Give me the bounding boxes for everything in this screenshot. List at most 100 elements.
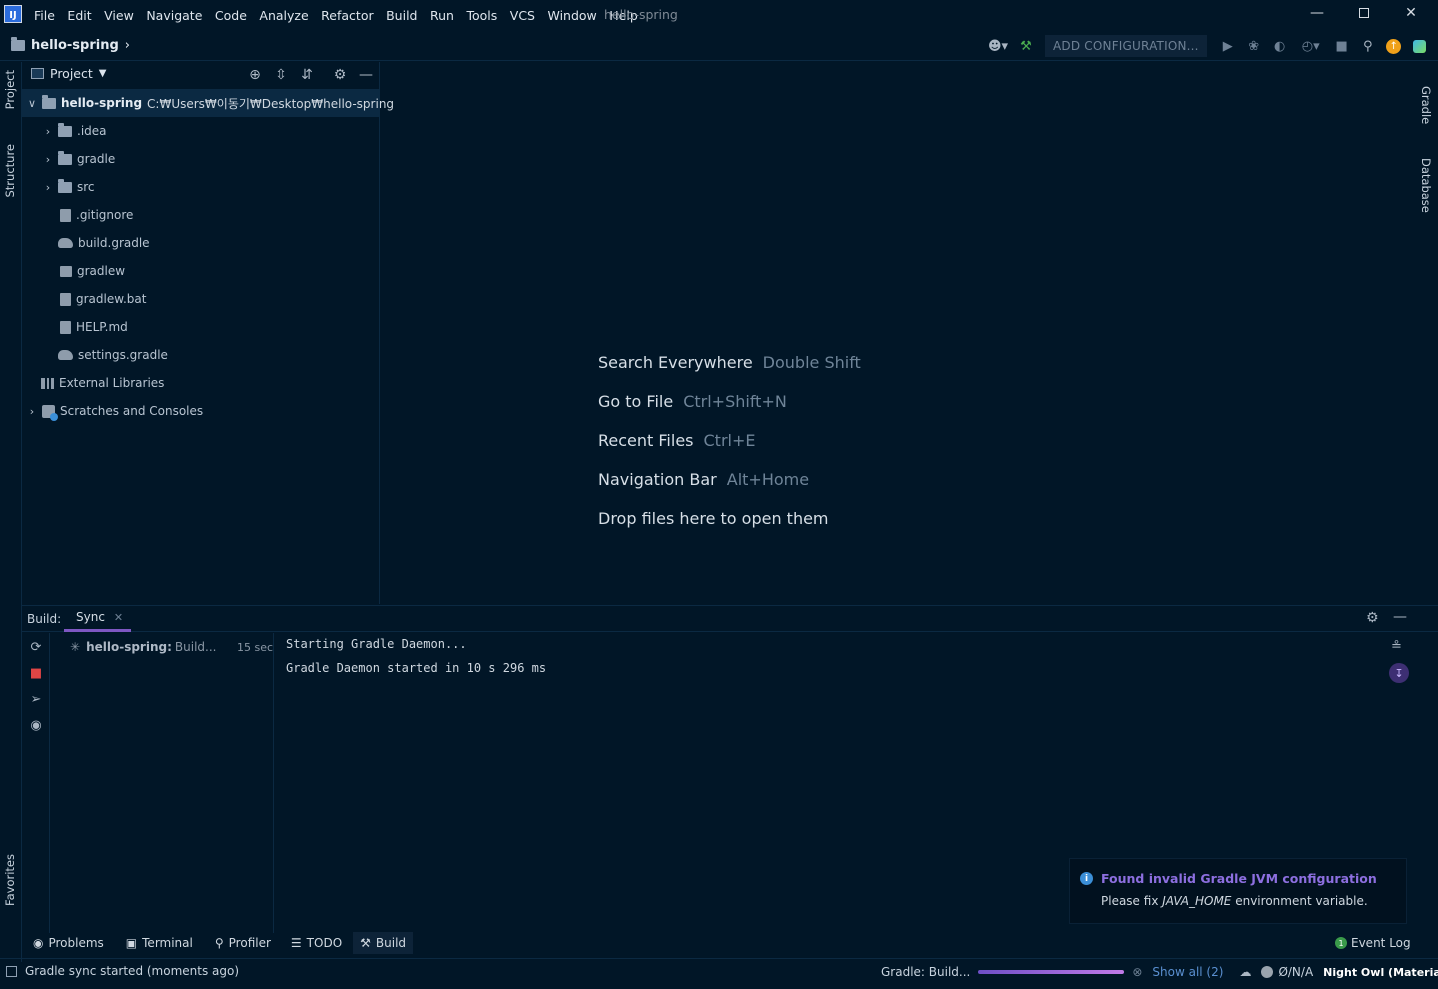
- build-hammer-icon[interactable]: ⚒: [1013, 35, 1039, 57]
- eye-icon[interactable]: ◉: [27, 716, 45, 734]
- project-folder-icon: [11, 37, 25, 51]
- chevron-right-icon[interactable]: ›: [27, 405, 37, 418]
- toggle-tool-windows-icon[interactable]: [6, 965, 17, 977]
- tab-database[interactable]: Database: [1419, 158, 1433, 213]
- cloud-sync-icon[interactable]: ☁: [1239, 965, 1251, 979]
- background-task-progress: [978, 970, 1125, 974]
- update-icon[interactable]: ↑: [1381, 35, 1407, 57]
- menu-analyze[interactable]: Analyze: [259, 8, 308, 23]
- debug-icon[interactable]: ❀: [1241, 35, 1267, 57]
- hint-shortcut: Ctrl+Shift+N: [683, 392, 787, 411]
- chevron-right-icon: ›: [124, 38, 130, 53]
- tree-item-label: gradlew.bat: [76, 292, 147, 306]
- add-configuration-button[interactable]: ADD CONFIGURATION...: [1045, 35, 1207, 57]
- search-icon[interactable]: ⚲: [1355, 35, 1381, 57]
- gear-icon[interactable]: ⚙: [331, 66, 349, 84]
- tab-structure[interactable]: Structure: [3, 144, 17, 198]
- terminal-button[interactable]: ▣ Terminal: [119, 932, 200, 954]
- chevron-right-icon[interactable]: ›: [43, 125, 53, 138]
- menu-vcs[interactable]: VCS: [510, 8, 535, 23]
- tab-project[interactable]: Project: [3, 70, 17, 109]
- stop-icon[interactable]: ■: [1329, 35, 1355, 57]
- menu-view[interactable]: View: [104, 8, 134, 23]
- refresh-icon[interactable]: ⟳: [27, 638, 45, 656]
- menu-build[interactable]: Build: [386, 8, 417, 23]
- collapse-all-icon[interactable]: ⇵: [298, 66, 316, 84]
- tree-root[interactable]: ∨ hello-spring C:₩Users₩이동기₩Desktop₩hell…: [27, 89, 394, 117]
- menu-run[interactable]: Run: [430, 8, 454, 23]
- problems-label: Problems: [48, 936, 104, 950]
- tree-item-gitignore[interactable]: .gitignore: [60, 201, 133, 229]
- tree-item-idea[interactable]: › .idea: [43, 117, 107, 145]
- breadcrumb-project[interactable]: hello-spring: [31, 38, 119, 53]
- tool-window-bar: ◉ Problems ▣ Terminal ⚲ Profiler ☰ TODO ⚒ Bui…: [26, 932, 414, 954]
- background-task-label[interactable]: Gradle: Build...: [881, 965, 970, 979]
- tree-item-gradlew[interactable]: gradlew: [60, 257, 125, 285]
- close-window-button[interactable]: ✕: [1396, 2, 1426, 24]
- profile-icon[interactable]: ◴▾: [1293, 35, 1329, 57]
- stop-icon[interactable]: ■: [27, 664, 45, 682]
- minimize-button[interactable]: —: [1302, 2, 1332, 24]
- run-icon[interactable]: ▶: [1215, 35, 1241, 57]
- tree-item-src[interactable]: › src: [43, 173, 95, 201]
- tree-item-build-gradle[interactable]: build.gradle: [58, 229, 150, 257]
- text-file-icon: [60, 292, 71, 306]
- expand-all-icon[interactable]: ⇳: [272, 66, 290, 84]
- editor-area[interactable]: [380, 62, 1414, 604]
- event-log-button[interactable]: 1 Event Log: [1335, 936, 1411, 950]
- chevron-down-icon: ▼: [98, 68, 107, 79]
- tab-sync[interactable]: Sync ✕: [64, 605, 131, 632]
- hide-panel-icon[interactable]: —: [1393, 609, 1407, 625]
- show-all-tasks-link[interactable]: Show all (2): [1152, 965, 1223, 979]
- soft-wrap-icon[interactable]: ≗: [1391, 639, 1402, 654]
- tree-item-settings-gradle[interactable]: settings.gradle: [58, 341, 168, 369]
- coverage-icon[interactable]: ◐: [1267, 35, 1293, 57]
- hide-panel-icon[interactable]: —: [357, 66, 375, 84]
- project-view-selector[interactable]: Project ▼: [31, 66, 106, 81]
- hint-navigation-bar: Navigation Bar Alt+Home: [598, 470, 809, 489]
- user-account-icon[interactable]: ☻▾: [983, 35, 1013, 57]
- tree-item-gradlew-bat[interactable]: gradlew.bat: [60, 285, 146, 313]
- profiler-button[interactable]: ⚲ Profiler: [208, 932, 278, 954]
- pin-icon[interactable]: ➢: [27, 690, 45, 708]
- tree-item-label: settings.gradle: [78, 348, 168, 362]
- todo-button[interactable]: ☰ TODO: [284, 932, 349, 954]
- gradle-elephant-icon: [58, 350, 73, 360]
- menu-edit[interactable]: Edit: [67, 8, 91, 23]
- close-tab-icon[interactable]: ✕: [114, 611, 123, 624]
- chevron-right-icon[interactable]: ›: [43, 153, 53, 166]
- problems-button[interactable]: ◉ Problems: [26, 932, 111, 954]
- tab-favorites[interactable]: Favorites: [3, 854, 17, 906]
- menu-tools[interactable]: Tools: [466, 8, 497, 23]
- chevron-right-icon[interactable]: ›: [43, 181, 53, 194]
- sync-tab-label: Sync: [76, 610, 105, 624]
- build-tree-item[interactable]: ✳ hello-spring: Build...: [70, 640, 216, 654]
- menu-code[interactable]: Code: [215, 8, 247, 23]
- maximize-button[interactable]: [1349, 2, 1379, 24]
- menu-window[interactable]: Window: [547, 8, 596, 23]
- tree-item-external-libraries[interactable]: External Libraries: [41, 369, 164, 397]
- tree-item-gradle[interactable]: › gradle: [43, 145, 115, 173]
- notification-balloon[interactable]: [1069, 858, 1407, 924]
- left-tool-strip: Project Structure Favorites: [0, 62, 22, 962]
- tree-item-scratches[interactable]: › Scratches and Consoles: [27, 397, 203, 425]
- locate-file-icon[interactable]: ⊕: [246, 66, 264, 84]
- tree-item-help-md[interactable]: HELP.md: [60, 313, 128, 341]
- hint-shortcut: Ctrl+E: [703, 431, 756, 450]
- status-message[interactable]: Gradle sync started (moments ago): [25, 964, 239, 978]
- build-button[interactable]: ⚒ Build: [353, 932, 414, 954]
- cancel-task-icon[interactable]: ⊗: [1132, 965, 1142, 979]
- app-logo-icon[interactable]: IJ: [4, 5, 22, 23]
- theme-name[interactable]: Night Owl (Material): [1323, 966, 1438, 979]
- chevron-down-icon[interactable]: ∨: [27, 97, 37, 110]
- notification-title[interactable]: Found invalid Gradle JVM configuration: [1101, 871, 1377, 886]
- gear-icon[interactable]: ⚙: [1366, 610, 1379, 626]
- tab-gradle[interactable]: Gradle: [1419, 86, 1433, 124]
- breadcrumb[interactable]: hello-spring ›: [11, 37, 130, 53]
- menu-navigate[interactable]: Navigate: [146, 8, 202, 23]
- menu-refactor[interactable]: Refactor: [321, 8, 373, 23]
- scroll-to-end-icon[interactable]: ↧: [1389, 663, 1409, 683]
- plugin-icon[interactable]: [1407, 35, 1433, 57]
- menu-file[interactable]: File: [34, 8, 55, 23]
- vcs-status[interactable]: Ø/N/A: [1278, 965, 1313, 979]
